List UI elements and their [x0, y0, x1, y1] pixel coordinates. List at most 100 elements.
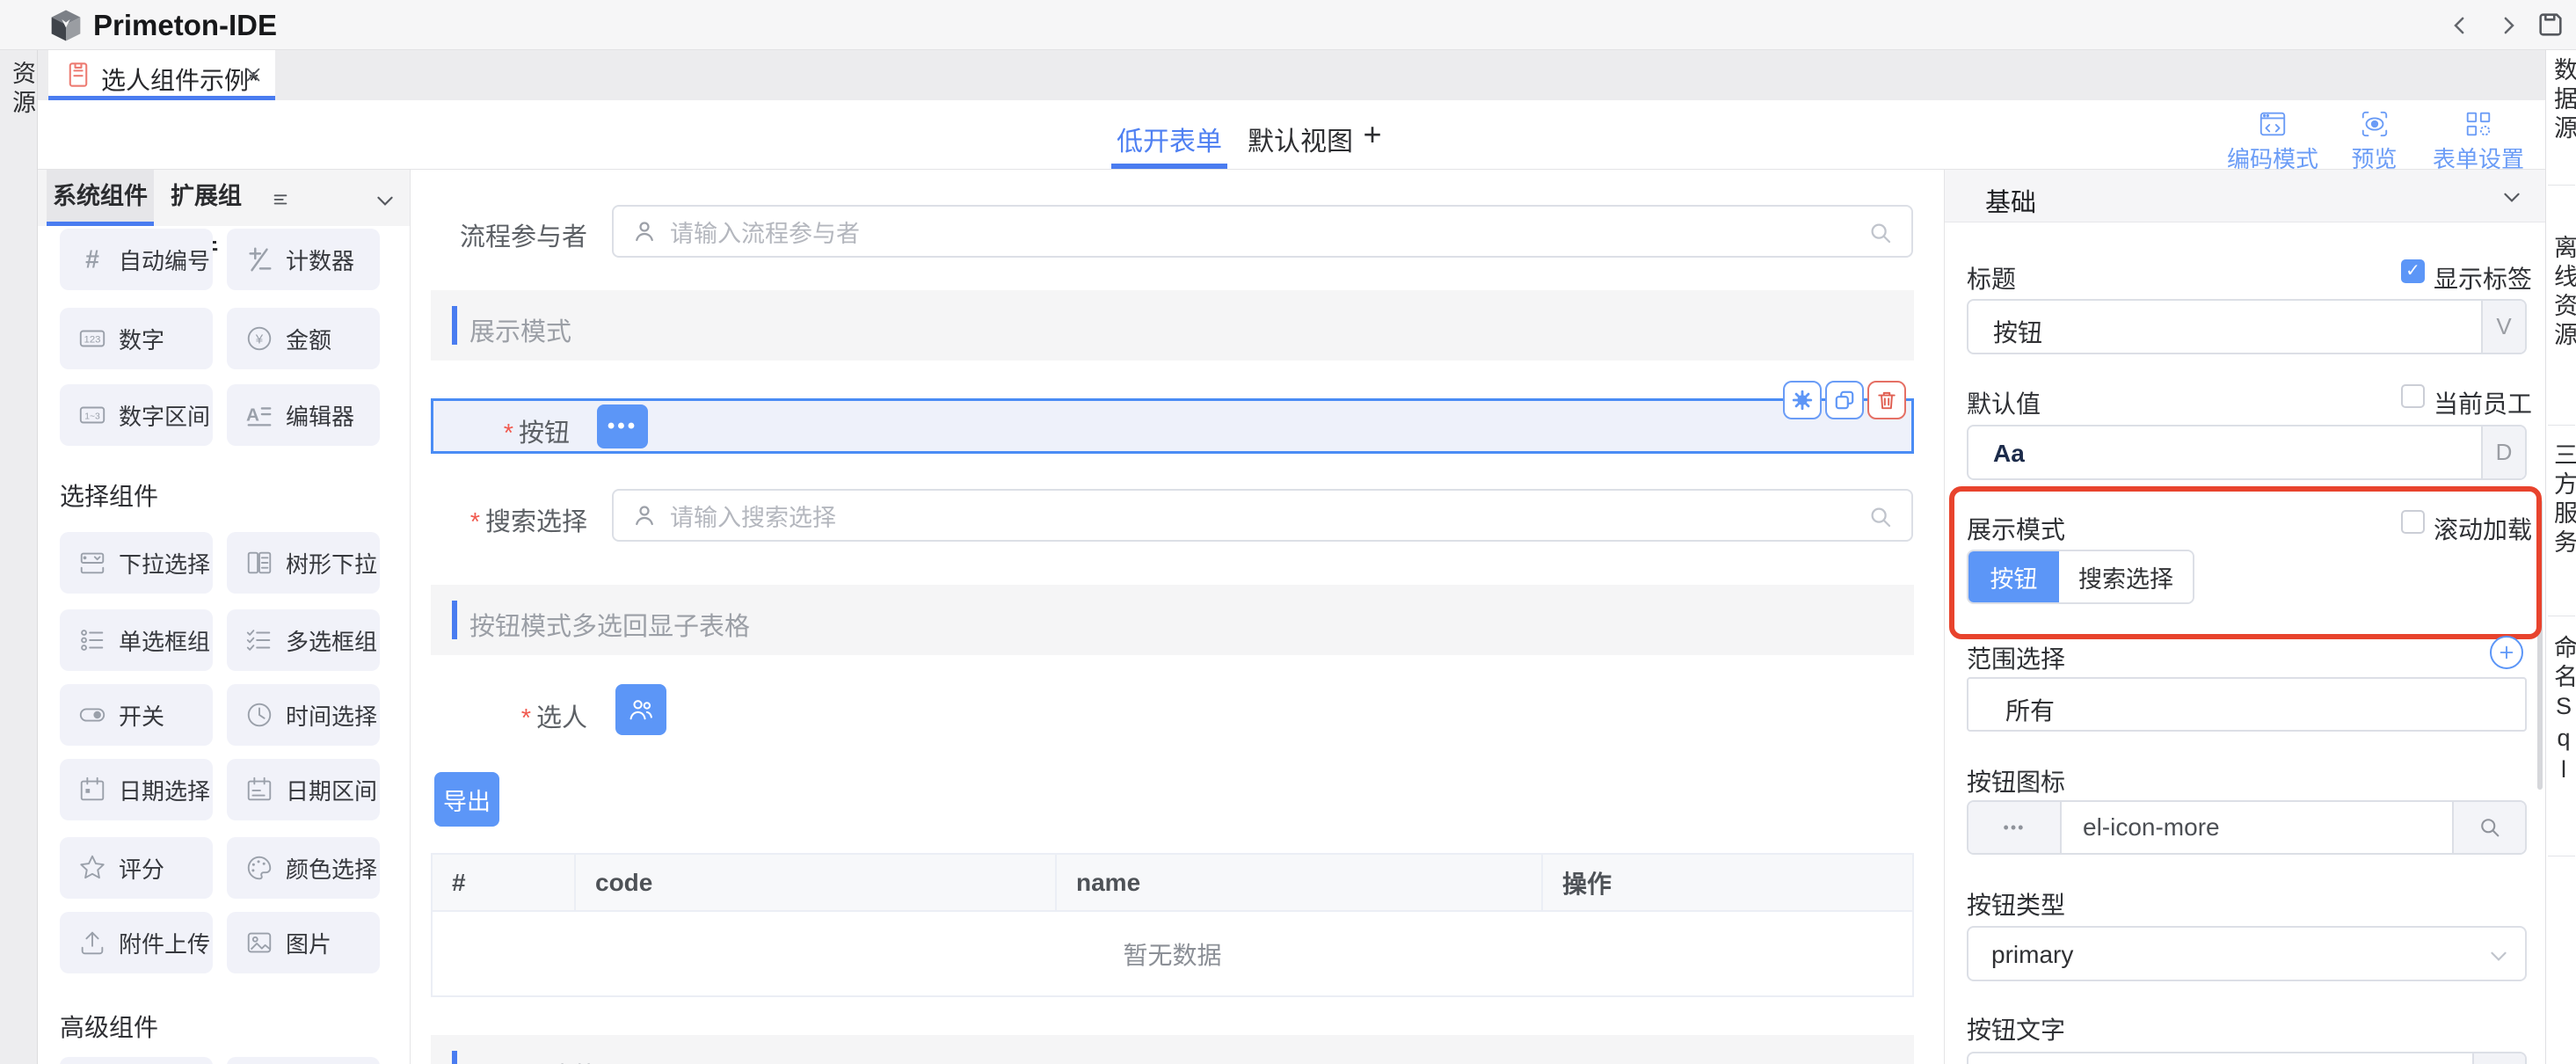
default-value-input[interactable]: Aa D — [1967, 425, 2527, 480]
hash-icon: # — [77, 244, 107, 274]
component-item-image[interactable]: 图片 — [227, 912, 380, 973]
title-field-label: 标题 — [1967, 260, 2016, 295]
title-input[interactable]: 按钮 V — [1967, 299, 2527, 354]
show-label-checkbox-label[interactable]: 显示标签 — [2434, 260, 2532, 295]
component-item-label: 下拉选择 — [119, 547, 210, 579]
button-text-input-suffix[interactable] — [2472, 1053, 2525, 1064]
nav-forward-icon[interactable] — [2495, 12, 2521, 39]
component-item-attachment-upload[interactable]: 附件上传 — [60, 912, 213, 973]
subtable-col-name[interactable]: name — [1057, 855, 1543, 910]
panel-scrollbar[interactable] — [2537, 499, 2543, 790]
component-item-color-picker[interactable]: 颜色选择 — [227, 837, 380, 899]
subtable-col-actions[interactable]: 操作 — [1543, 855, 1912, 910]
component-item-label: 颜色选择 — [286, 852, 377, 885]
person-icon — [631, 218, 658, 244]
strip-item-offline-resource[interactable]: 离线资源 — [2549, 235, 2576, 351]
button-icon-search-suffix[interactable] — [2452, 802, 2525, 853]
component-item-date-picker[interactable]: 日期选择 — [60, 759, 213, 820]
toolbar-preview-button[interactable]: 预览 — [2324, 109, 2425, 174]
strip-item-third-party-service[interactable]: 三方服务 — [2549, 442, 2576, 558]
menu-icon[interactable] — [271, 189, 290, 208]
component-item-money[interactable]: ¥ 金额 — [227, 308, 380, 369]
export-button[interactable]: 导出 — [434, 772, 499, 827]
button-icon-value-cell[interactable]: el-icon-more — [2062, 802, 2452, 853]
component-item-partial[interactable] — [60, 1057, 213, 1064]
save-icon[interactable] — [2536, 10, 2565, 40]
close-icon[interactable] — [244, 65, 263, 84]
magnifier-icon[interactable] — [1867, 220, 1894, 246]
strip-item-named-sql[interactable]: 命名Sql — [2549, 635, 2576, 788]
component-item-number[interactable]: 123 数字 — [60, 308, 213, 369]
component-copy-button[interactable] — [1825, 381, 1864, 419]
toolbar-form-settings-button[interactable]: 表单设置 — [2422, 109, 2535, 174]
palette-icon — [244, 853, 274, 883]
left-resource-strip[interactable]: 资源 — [0, 50, 38, 1064]
tab-extended-components[interactable]: 扩展组件 — [160, 170, 252, 226]
chevron-down-icon — [2487, 944, 2510, 967]
chevron-down-icon[interactable] — [2500, 186, 2523, 208]
component-settings-button[interactable] — [1783, 381, 1822, 419]
component-item-date-range[interactable]: 日期区间 — [227, 759, 380, 820]
component-item-switch[interactable]: 开关 — [60, 684, 213, 746]
nav-back-icon[interactable] — [2447, 12, 2473, 39]
component-item-label: 多选框组 — [286, 624, 377, 657]
magnifier-icon — [2478, 815, 2502, 840]
component-item-counter[interactable]: 计数器 — [227, 229, 380, 290]
display-mode-field-label: 展示模式 — [1967, 511, 2065, 546]
default-value-field-label: 默认值 — [1967, 385, 2041, 420]
component-item-partial[interactable] — [227, 1057, 380, 1064]
selected-button-component[interactable]: *按钮 ••• — [431, 398, 1914, 454]
range-select-input[interactable]: 所有 — [1967, 677, 2527, 732]
component-item-label: 编辑器 — [286, 399, 354, 432]
component-item-label: 金额 — [286, 323, 331, 355]
display-mode-option-search-select[interactable]: 搜索选择 — [2059, 551, 2193, 602]
default-value-input-suffix[interactable]: D — [2481, 426, 2525, 478]
button-type-select[interactable]: primary — [1967, 926, 2527, 981]
add-range-button[interactable] — [2490, 636, 2523, 669]
participant-input[interactable]: 请输入流程参与者 — [612, 205, 1913, 258]
document-icon — [66, 62, 91, 88]
component-delete-button[interactable] — [1867, 381, 1906, 419]
current-employee-checkbox[interactable] — [2401, 384, 2425, 408]
component-item-label: 数字 — [119, 323, 164, 355]
person-picker-button[interactable] — [615, 684, 666, 735]
component-item-radio-group[interactable]: 单选框组 — [60, 609, 213, 671]
primeton-ide-window: Primeton-IDE 资源 选人组件示例* 低开表单 默认视图 + 编码模式… — [0, 0, 2576, 1064]
add-view-tab-button[interactable]: + — [1355, 116, 1390, 153]
eye-icon — [2360, 109, 2390, 139]
title-input-suffix[interactable]: V — [2481, 301, 2525, 353]
subtable-col-index[interactable]: # — [433, 855, 576, 910]
component-item-time-picker[interactable]: 时间选择 — [227, 684, 380, 746]
button-field-more-button[interactable]: ••• — [597, 404, 648, 448]
component-item-checkbox-group[interactable]: 多选框组 — [227, 609, 380, 671]
search-select-input[interactable]: 请输入搜索选择 — [612, 489, 1913, 542]
resource-strip-label[interactable]: 资源 — [7, 61, 36, 119]
panel-collapse-chevron-down-icon[interactable] — [374, 189, 397, 212]
component-item-auto-number[interactable]: # 自动编号 — [60, 229, 213, 290]
scroll-load-checkbox-label[interactable]: 滚动加载 — [2434, 511, 2532, 546]
document-tab[interactable]: 选人组件示例* — [48, 50, 275, 100]
show-label-checkbox[interactable]: ✓ — [2401, 259, 2425, 283]
display-mode-option-button[interactable]: 按钮 — [1968, 551, 2059, 602]
subtable-col-code[interactable]: code — [576, 855, 1057, 910]
button-text-input[interactable] — [1967, 1052, 2527, 1064]
property-panel-header[interactable]: 基础 — [1945, 170, 2545, 222]
tab-default-view[interactable]: 默认视图 — [1246, 120, 1355, 158]
grid-settings-icon — [2463, 109, 2493, 139]
component-item-dropdown-select[interactable]: 下拉选择 — [60, 532, 213, 594]
toolbar-code-mode-button[interactable]: 编码模式 — [2220, 109, 2325, 174]
document-tab-title[interactable]: 选人组件示例* — [101, 62, 258, 97]
required-mark: * — [470, 508, 480, 536]
scroll-load-checkbox[interactable] — [2401, 510, 2425, 534]
component-item-tree-dropdown[interactable]: 树形下拉 — [227, 532, 380, 594]
tab-low-code-form[interactable]: 低开表单 — [1115, 120, 1224, 158]
component-item-rating[interactable]: 评分 — [60, 837, 213, 899]
magnifier-icon[interactable] — [1867, 504, 1894, 530]
component-item-number-range[interactable]: 1~3 数字区间 — [60, 384, 213, 446]
strip-item-data-source[interactable]: 数据源 — [2549, 57, 2576, 144]
component-item-editor[interactable]: A 编辑器 — [227, 384, 380, 446]
current-employee-checkbox-label[interactable]: 当前员工 — [2434, 385, 2532, 420]
button-icon-input-group[interactable]: ••• el-icon-more — [1967, 800, 2527, 855]
tab-system-components[interactable]: 系统组件 — [47, 170, 154, 226]
date-icon — [77, 775, 107, 805]
